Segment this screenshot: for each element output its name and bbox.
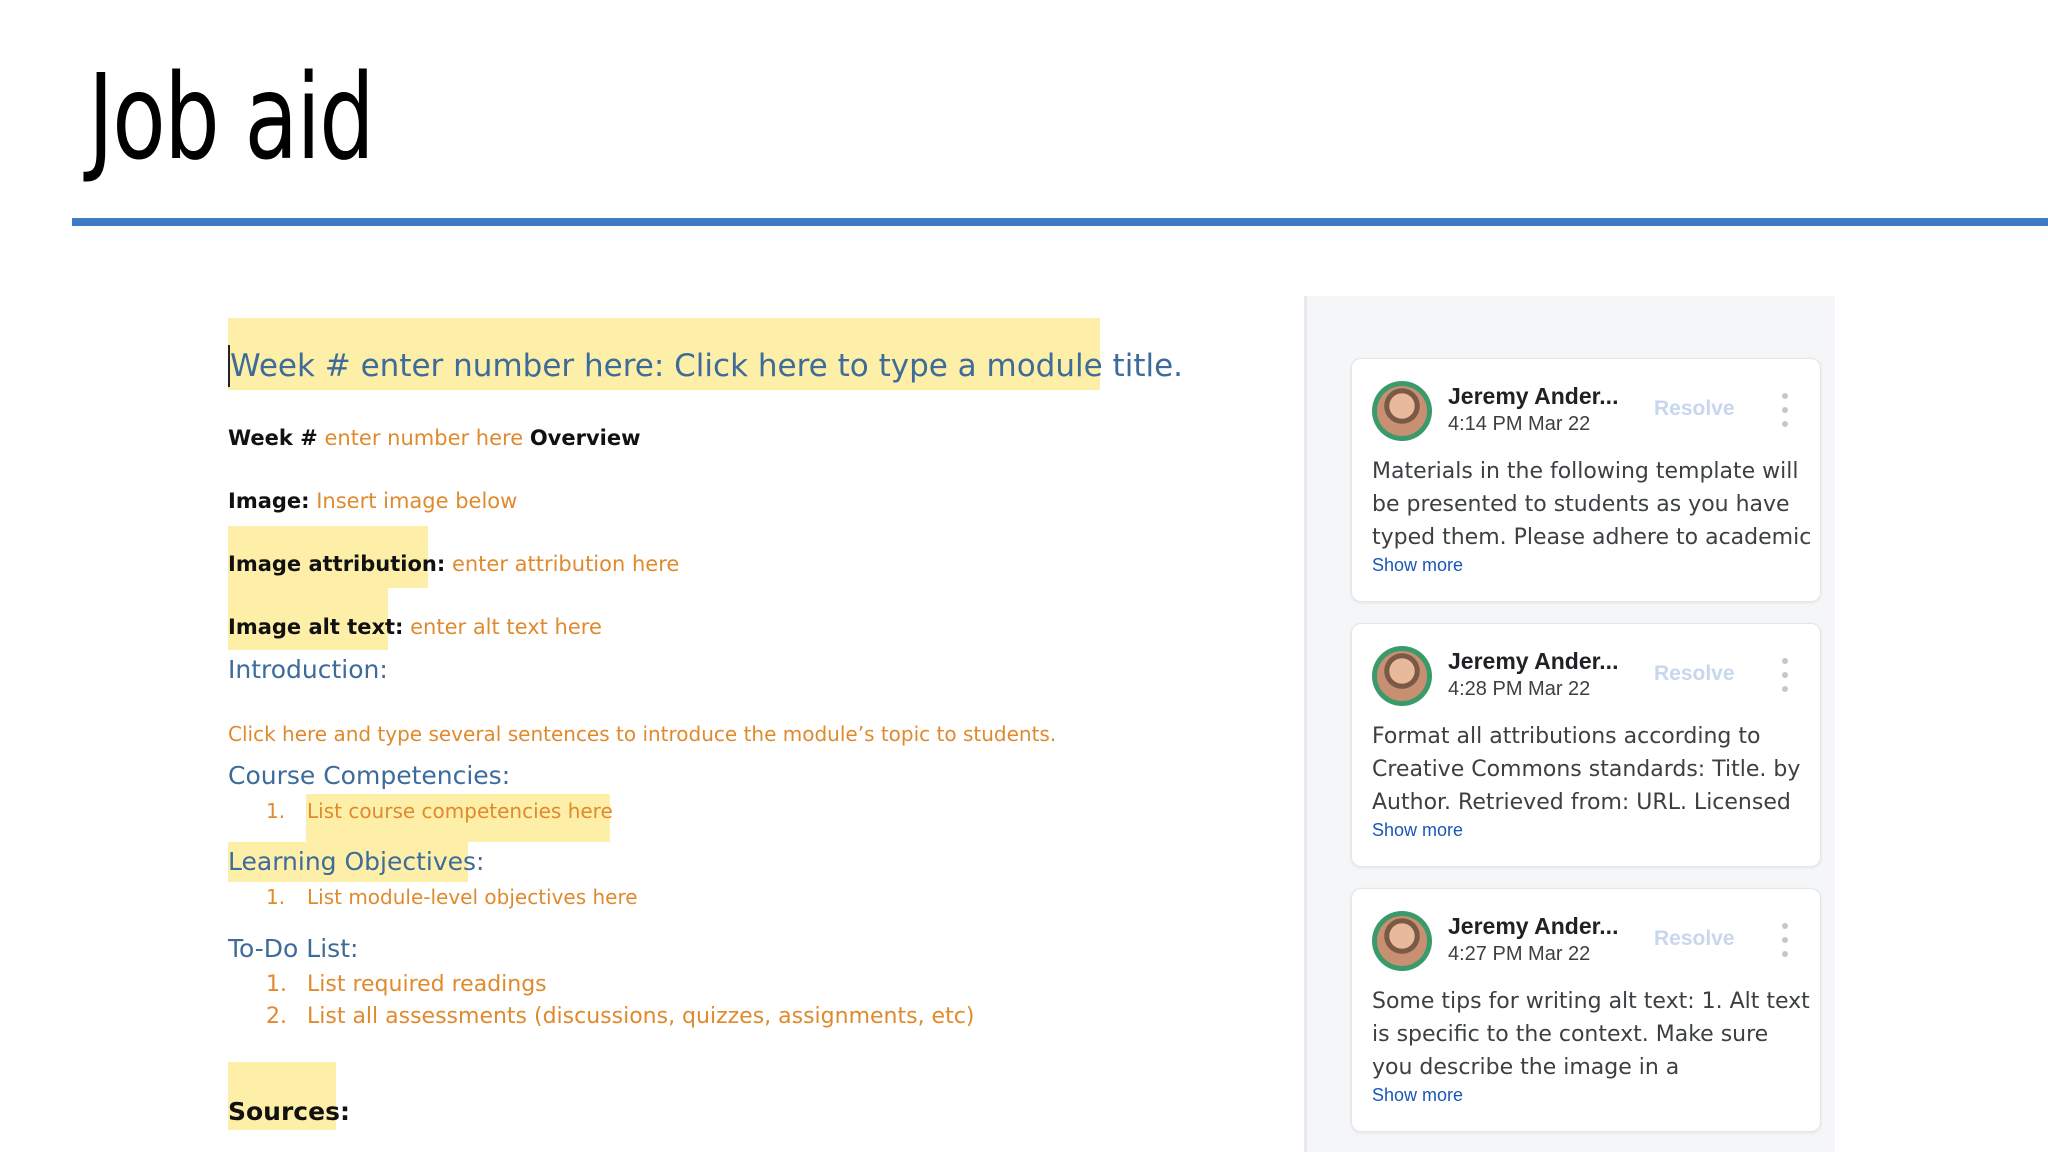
week-title[interactable]: Week # enter number here: Click here to … xyxy=(230,348,1183,384)
comment-author: Jeremy Ander... xyxy=(1448,913,1619,939)
todo-heading: To-Do List: xyxy=(228,934,359,963)
objectives-heading: Learning Objectives: xyxy=(228,847,485,876)
todo-item[interactable]: List all assessments (discussions, quizz… xyxy=(307,1004,974,1029)
attribution-label: Image attribution: xyxy=(228,552,446,576)
show-more-link[interactable]: Show more xyxy=(1372,1085,1463,1106)
image-line: Image: Insert image below xyxy=(228,489,517,513)
objective-item[interactable]: List module-level objectives here xyxy=(307,885,638,909)
overview-label: Overview xyxy=(529,426,641,450)
alt-text-label: Image alt text: xyxy=(228,615,404,639)
image-label: Image: xyxy=(228,489,310,513)
comment-time: 4:27 PM Mar 22 xyxy=(1448,943,1591,965)
comment-card[interactable]: Jeremy Ander... 4:27 PM Mar 22 Resolve S… xyxy=(1351,888,1821,1132)
sources-label: Sources: xyxy=(228,1097,350,1126)
overview-week-label: Week # xyxy=(228,426,318,450)
comment-body: Format all attributions according to Cre… xyxy=(1372,724,1801,815)
image-placeholder[interactable]: Insert image below xyxy=(316,489,517,513)
avatar xyxy=(1372,646,1432,706)
comment-author: Jeremy Ander... xyxy=(1448,383,1619,409)
todo-item-number: 2. xyxy=(266,1004,287,1029)
comment-card[interactable]: Jeremy Ander... 4:14 PM Mar 22 Resolve M… xyxy=(1351,358,1821,602)
more-vert-icon[interactable] xyxy=(1780,393,1790,427)
document-area[interactable]: Week # enter number here: Click here to … xyxy=(0,0,1300,1152)
show-more-link[interactable]: Show more xyxy=(1372,555,1463,576)
alt-text-line: Image alt text: enter alt text here xyxy=(228,615,602,639)
overview-number-placeholder[interactable]: enter number here xyxy=(324,426,523,450)
comments-panel: Jeremy Ander... 4:14 PM Mar 22 Resolve M… xyxy=(1304,296,1835,1152)
objective-item-number: 1. xyxy=(266,885,286,909)
comment-author: Jeremy Ander... xyxy=(1448,648,1619,674)
competency-item[interactable]: List course competencies here xyxy=(307,799,613,823)
introduction-heading: Introduction: xyxy=(228,655,388,684)
resolve-button[interactable]: Resolve xyxy=(1654,927,1735,951)
more-vert-icon[interactable] xyxy=(1780,658,1790,692)
comment-body: Materials in the following template will… xyxy=(1372,459,1812,550)
todo-item[interactable]: List required readings xyxy=(307,972,547,997)
comment-time: 4:14 PM Mar 22 xyxy=(1448,413,1591,435)
avatar xyxy=(1372,911,1432,971)
introduction-placeholder[interactable]: Click here and type several sentences to… xyxy=(228,722,1056,746)
attribution-line: Image attribution: enter attribution her… xyxy=(228,552,679,576)
avatar xyxy=(1372,381,1432,441)
resolve-button[interactable]: Resolve xyxy=(1654,397,1735,421)
comment-time: 4:28 PM Mar 22 xyxy=(1448,678,1591,700)
competency-item-number: 1. xyxy=(266,799,286,823)
comment-card[interactable]: Jeremy Ander... 4:28 PM Mar 22 Resolve F… xyxy=(1351,623,1821,867)
overview-line: Week # enter number here Overview xyxy=(228,426,640,450)
competencies-heading: Course Competencies: xyxy=(228,761,511,790)
comment-body: Some tips for writing alt text: 1. Alt t… xyxy=(1372,989,1810,1080)
todo-item-number: 1. xyxy=(266,972,287,997)
attribution-placeholder[interactable]: enter attribution here xyxy=(452,552,679,576)
more-vert-icon[interactable] xyxy=(1780,923,1790,957)
show-more-link[interactable]: Show more xyxy=(1372,820,1463,841)
resolve-button[interactable]: Resolve xyxy=(1654,662,1735,686)
alt-text-placeholder[interactable]: enter alt text here xyxy=(410,615,602,639)
